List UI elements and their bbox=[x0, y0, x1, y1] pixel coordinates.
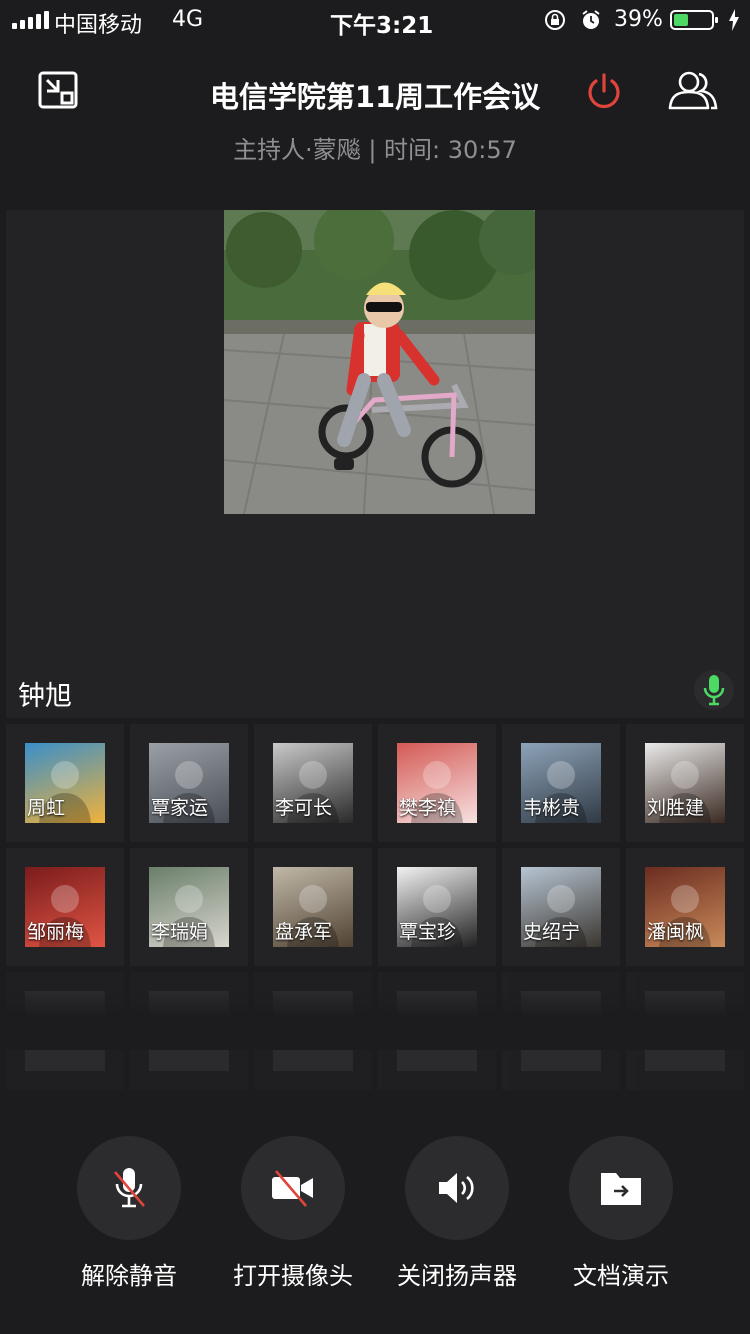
avatar: 盘承军 bbox=[273, 867, 353, 947]
network-type: 4G bbox=[172, 7, 204, 32]
participant-tile[interactable]: 韦彬贵 bbox=[502, 724, 620, 842]
participant-name: 周虹 bbox=[27, 797, 66, 819]
speaker-icon bbox=[439, 1173, 474, 1203]
participant-tile[interactable]: 邹丽梅 bbox=[6, 848, 124, 966]
speaker-video-frame bbox=[224, 210, 535, 514]
active-speaker-name: 钟旭 bbox=[18, 681, 72, 712]
participant-name: 李瑞娟 bbox=[151, 921, 209, 943]
battery-icon bbox=[670, 10, 718, 30]
avatar: 覃宝珍 bbox=[397, 867, 477, 947]
camera-off-icon bbox=[272, 1170, 313, 1207]
document-share-label: 文档演示 bbox=[573, 1262, 669, 1290]
participant-name: 盘承军 bbox=[275, 921, 333, 943]
participant-name: 刘胜建 bbox=[647, 797, 705, 819]
avatar: 李可长 bbox=[273, 743, 353, 823]
participant-name: 潘闽枫 bbox=[647, 921, 705, 943]
participant-tile[interactable]: 盘承军 bbox=[254, 848, 372, 966]
speaker-mic-indicator bbox=[694, 670, 734, 710]
participant-tile[interactable]: 潘闽枫 bbox=[626, 848, 744, 966]
avatar: 覃家运 bbox=[149, 743, 229, 823]
participant-name: 覃家运 bbox=[151, 797, 209, 819]
participants-icon bbox=[668, 71, 718, 110]
avatar: 樊李禛 bbox=[397, 743, 477, 823]
speaker-off-button[interactable] bbox=[405, 1136, 509, 1240]
participant-tile[interactable]: 李可长 bbox=[254, 724, 372, 842]
meeting-subtitle: 主持人·蒙飚 | 时间: 30:57 bbox=[233, 136, 517, 164]
status-bar: 中国移动 4G 下午3:21 39% bbox=[0, 0, 750, 40]
participant-name: 李可长 bbox=[275, 797, 333, 819]
participant-tile[interactable]: 刘胜建 bbox=[626, 724, 744, 842]
power-icon bbox=[588, 73, 620, 109]
signal-icon bbox=[12, 11, 49, 29]
avatar: 周虹 bbox=[25, 743, 105, 823]
participant-name: 史绍宁 bbox=[523, 921, 581, 943]
camera-on-button[interactable] bbox=[241, 1136, 345, 1240]
participant-tile[interactable]: 樊李禛 bbox=[378, 724, 496, 842]
main-video[interactable]: 钟旭 bbox=[6, 210, 744, 718]
document-share-button[interactable] bbox=[569, 1136, 673, 1240]
participants-button[interactable] bbox=[666, 68, 720, 114]
participant-tile[interactable]: 周虹 bbox=[6, 724, 124, 842]
alarm-icon bbox=[582, 10, 600, 29]
unmute-button[interactable] bbox=[77, 1136, 181, 1240]
end-meeting-button[interactable] bbox=[582, 70, 626, 114]
carrier-label: 中国移动 bbox=[54, 13, 143, 38]
battery-percent: 39% bbox=[614, 7, 663, 32]
share-document-icon bbox=[601, 1173, 641, 1205]
participant-tile[interactable]: 覃家运 bbox=[130, 724, 248, 842]
mic-muted-icon bbox=[114, 1168, 145, 1208]
grid-fade-overlay bbox=[0, 990, 750, 1050]
avatar: 潘闽枫 bbox=[645, 867, 725, 947]
avatar: 邹丽梅 bbox=[25, 867, 105, 947]
participant-name: 樊李禛 bbox=[399, 797, 457, 819]
meeting-title: 电信学院第11周工作会议 bbox=[209, 80, 541, 114]
charging-icon bbox=[729, 9, 739, 31]
participant-name: 邹丽梅 bbox=[27, 921, 85, 943]
avatar: 李瑞娟 bbox=[149, 867, 229, 947]
rotation-lock-icon bbox=[545, 10, 565, 30]
participant-name: 覃宝珍 bbox=[399, 921, 457, 943]
mic-icon bbox=[703, 675, 725, 706]
participant-name: 韦彬贵 bbox=[523, 797, 581, 819]
participant-tile[interactable]: 史绍宁 bbox=[502, 848, 620, 966]
avatar: 刘胜建 bbox=[645, 743, 725, 823]
participant-tile[interactable]: 覃宝珍 bbox=[378, 848, 496, 966]
avatar: 史绍宁 bbox=[521, 867, 601, 947]
clock: 下午3:21 bbox=[330, 13, 434, 39]
participant-tile[interactable]: 李瑞娟 bbox=[130, 848, 248, 966]
avatar: 韦彬贵 bbox=[521, 743, 601, 823]
